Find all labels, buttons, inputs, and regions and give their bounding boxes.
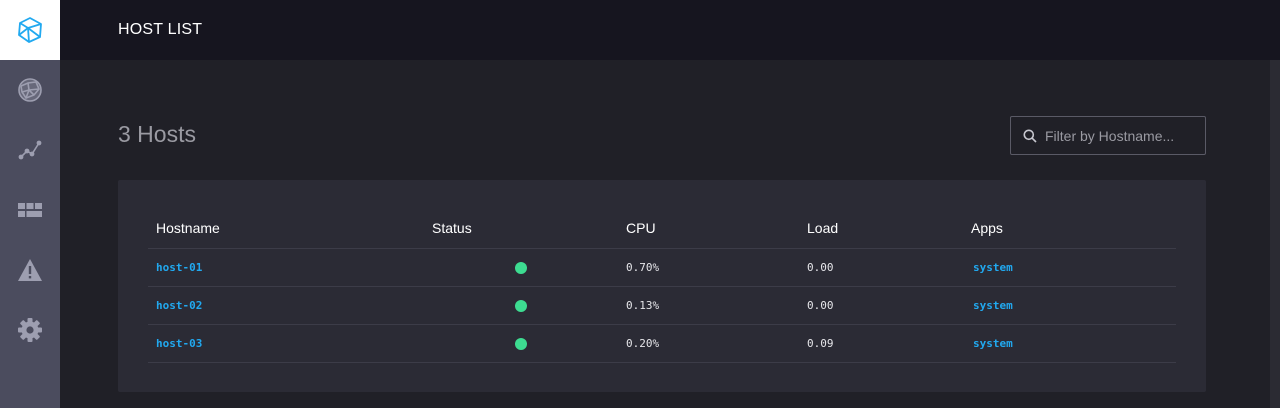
status-cell bbox=[424, 248, 618, 287]
column-header-apps[interactable]: Apps bbox=[963, 208, 1176, 249]
apps-link[interactable]: system bbox=[963, 324, 1176, 363]
grid-blocks-icon bbox=[18, 203, 42, 217]
status-indicator bbox=[515, 299, 527, 312]
scrollbar-track[interactable] bbox=[1270, 60, 1280, 408]
apps-link[interactable]: system bbox=[963, 286, 1176, 325]
app-root: HOST LIST 3 Hosts Hostname Status CPU bbox=[0, 0, 1280, 408]
load-value: 0.09 bbox=[799, 324, 963, 363]
status-cell bbox=[424, 286, 618, 325]
gear-icon bbox=[18, 318, 42, 342]
top-header: HOST LIST bbox=[60, 0, 1280, 60]
sidebar-item-grid[interactable] bbox=[0, 180, 60, 240]
network-globe-icon bbox=[18, 78, 42, 102]
load-value: 0.00 bbox=[799, 286, 963, 325]
apps-link[interactable]: system bbox=[963, 248, 1176, 287]
hostname-filter-input[interactable] bbox=[1045, 127, 1195, 144]
sidebar-logo[interactable] bbox=[0, 0, 60, 60]
warning-triangle-icon bbox=[18, 259, 42, 281]
column-header-status[interactable]: Status bbox=[424, 208, 618, 249]
hostname-link[interactable]: host-03 bbox=[148, 324, 424, 363]
main-content: 3 Hosts Hostname Status CPU Load Ap bbox=[60, 60, 1280, 408]
sidebar-item-settings[interactable] bbox=[0, 300, 60, 360]
status-indicator bbox=[515, 261, 527, 274]
hostname-link[interactable]: host-01 bbox=[148, 248, 424, 287]
status-cell bbox=[424, 324, 618, 363]
cpu-value: 0.70% bbox=[618, 248, 799, 287]
hostname-link[interactable]: host-02 bbox=[148, 286, 424, 325]
column-header-cpu[interactable]: CPU bbox=[618, 208, 799, 249]
status-indicator bbox=[515, 337, 527, 350]
sidebar-item-paths[interactable] bbox=[0, 120, 60, 180]
load-value: 0.00 bbox=[799, 248, 963, 287]
column-header-hostname[interactable]: Hostname bbox=[148, 208, 424, 249]
page-title: 3 Hosts bbox=[118, 121, 196, 147]
filter-box bbox=[1010, 116, 1206, 155]
page-header-title: HOST LIST bbox=[118, 21, 203, 38]
table-row: host-01 0.70% 0.00 system bbox=[148, 248, 1176, 287]
graph-path-icon bbox=[18, 140, 42, 160]
table-header-row: Hostname Status CPU Load Apps bbox=[148, 208, 1176, 249]
sidebar-item-network[interactable] bbox=[0, 60, 60, 120]
polyhedron-logo-icon bbox=[18, 17, 42, 43]
search-icon bbox=[1023, 129, 1037, 143]
column-header-load[interactable]: Load bbox=[799, 208, 963, 249]
cpu-value: 0.20% bbox=[618, 324, 799, 363]
sidebar bbox=[0, 0, 60, 408]
table-row: host-02 0.13% 0.00 system bbox=[148, 286, 1176, 325]
cpu-value: 0.13% bbox=[618, 286, 799, 325]
table-row: host-03 0.20% 0.09 system bbox=[148, 324, 1176, 363]
sidebar-item-alerts[interactable] bbox=[0, 240, 60, 300]
hosts-panel: Hostname Status CPU Load Apps host-01 0.… bbox=[118, 180, 1206, 392]
hosts-table: Hostname Status CPU Load Apps host-01 0.… bbox=[148, 208, 1176, 363]
